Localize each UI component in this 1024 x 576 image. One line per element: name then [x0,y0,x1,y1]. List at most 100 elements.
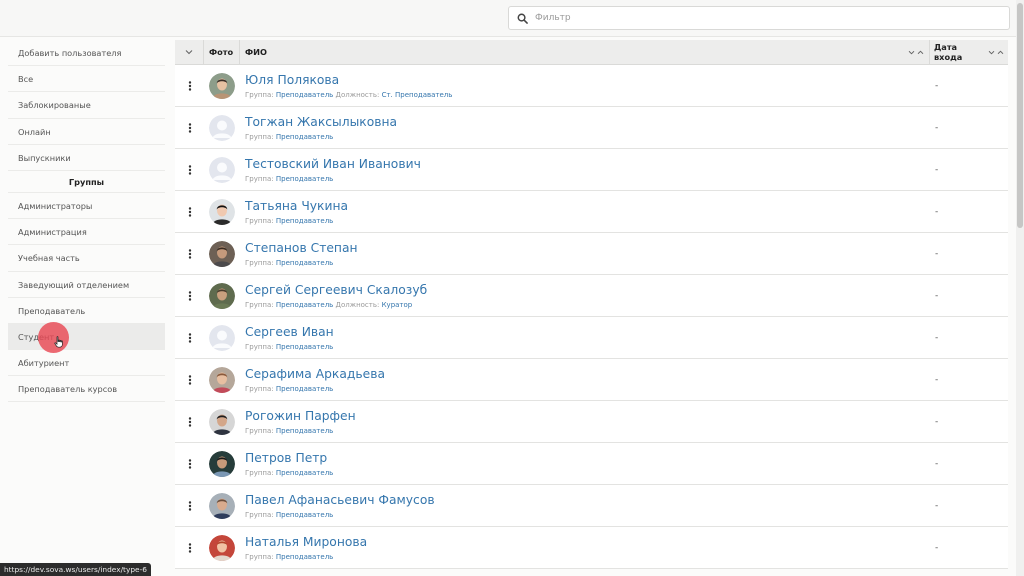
group-link[interactable]: Преподаватель [276,427,333,435]
sidebar-item-all[interactable]: Все [8,66,165,93]
row-menu-button[interactable] [175,500,204,511]
select-all-toggle[interactable] [175,39,204,65]
user-name-link[interactable]: Павел Афанасьевич Фамусов [245,493,930,508]
row-menu-button[interactable] [175,374,204,385]
row-menu-button[interactable] [175,122,204,133]
more-vertical-icon [188,332,191,343]
more-vertical-icon [188,248,191,259]
table-row[interactable]: Павел Афанасьевич Фамусов Группа: Препода… [175,485,1008,527]
info-cell: Сергей Сергеевич Скалозуб Группа: Препода… [240,283,930,309]
group-link[interactable]: Преподаватель [276,469,333,477]
user-name-link[interactable]: Сергеев Иван [245,325,930,340]
group-link[interactable]: Преподаватель [276,175,333,183]
sort-asc-icon[interactable] [917,47,924,57]
group-link[interactable]: Преподаватель [276,133,333,141]
group-link[interactable]: Преподаватель [276,511,333,519]
row-menu-button[interactable] [175,416,204,427]
group-link[interactable]: Преподаватель [276,385,333,393]
table-row[interactable]: Степанов Степан Группа: Преподаватель - [175,233,1008,275]
sidebar-item-course-teacher[interactable]: Преподаватель курсов [8,376,165,403]
sort-controls[interactable] [988,47,1004,57]
sidebar-item-teacher[interactable]: Преподаватель [8,298,165,324]
user-name-link[interactable]: Петров Петр [245,451,930,466]
user-meta: Группа: Преподаватель [245,133,930,141]
more-vertical-icon [188,374,191,385]
login-date: - [935,374,939,385]
table-row[interactable]: Сергей Сергеевич Скалозуб Группа: Препода… [175,275,1008,317]
user-meta: Группа: Преподаватель [245,553,930,561]
sidebar-item-department-head[interactable]: Заведующий отделением [8,272,165,298]
row-menu-button[interactable] [175,80,204,91]
group-link[interactable]: Преподаватель [276,217,333,225]
more-vertical-icon [188,80,191,91]
table-row[interactable]: Наталья Миронова Группа: Преподаватель - [175,527,1008,569]
row-menu-button[interactable] [175,290,204,301]
header-login-date[interactable]: Дата входа [930,40,1008,65]
sidebar: Добавить пользователя Все Заблокированые… [8,40,165,403]
table-header: Фото ФИО Дата входа [175,39,1008,65]
avatar [209,366,235,393]
scrollbar[interactable] [1016,0,1024,576]
login-date: - [935,458,939,469]
user-name-link[interactable]: Тогжан Жаксылыковна [245,115,930,130]
row-menu-button[interactable] [175,542,204,553]
sidebar-item-applicant[interactable]: Абитуриент [8,350,165,377]
header-fio[interactable]: ФИО [240,39,930,65]
avatar [209,492,235,519]
table-row[interactable]: Рогожин Парфен Группа: Преподаватель - [175,401,1008,443]
more-vertical-icon [188,500,191,511]
user-name-link[interactable]: Наталья Миронова [245,535,930,550]
user-name-link[interactable]: Сергей Сергеевич Скалозуб [245,283,930,298]
position-link[interactable]: Куратор [382,301,413,309]
user-name-link[interactable]: Юля Полякова [245,73,930,88]
sort-controls[interactable] [908,47,924,57]
sidebar-item-graduates[interactable]: Выпускники [8,145,165,171]
row-menu-button[interactable] [175,332,204,343]
info-cell: Павел Афанасьевич Фамусов Группа: Препода… [240,493,930,519]
table-row[interactable]: Татьяна Чукина Группа: Преподаватель - [175,191,1008,233]
avatar [209,408,235,435]
user-name-link[interactable]: Татьяна Чукина [245,199,930,214]
row-menu-button[interactable] [175,458,204,469]
sidebar-item-online[interactable]: Онлайн [8,119,165,145]
scrollbar-thumb[interactable] [1017,3,1023,228]
group-link[interactable]: Преподаватель [276,301,333,309]
position-link[interactable]: Ст. Преподаватель [382,91,453,99]
table-row[interactable]: Тогжан Жаксылыковна Группа: Преподаватель… [175,107,1008,149]
table-row[interactable]: Юля Полякова Группа: Преподаватель Должно… [175,65,1008,107]
table-row[interactable]: Сергеев Иван Группа: Преподаватель - [175,317,1008,359]
info-cell: Сергеев Иван Группа: Преподаватель [240,325,930,351]
sidebar-item-admins[interactable]: Администраторы [8,193,165,220]
user-name-link[interactable]: Тестовский Иван Иванович [245,157,930,172]
user-meta: Группа: Преподаватель [245,427,930,435]
row-menu-button[interactable] [175,248,204,259]
table-row[interactable]: Серафима Аркадьева Группа: Преподаватель - [175,359,1008,401]
info-cell: Петров Петр Группа: Преподаватель [240,451,930,477]
row-menu-button[interactable] [175,164,204,175]
group-link[interactable]: Преподаватель [276,553,333,561]
group-link[interactable]: Преподаватель [276,259,333,267]
sort-asc-icon[interactable] [997,47,1004,57]
group-label: Группа: [245,426,274,435]
table-row[interactable]: Петров Петр Группа: Преподаватель - [175,443,1008,485]
sort-desc-icon[interactable] [988,47,995,57]
photo-cell [204,534,240,561]
row-menu-button[interactable] [175,206,204,217]
user-name-link[interactable]: Серафима Аркадьева [245,367,930,382]
sidebar-item-student[interactable]: Студент [8,321,165,353]
sidebar-item-blocked[interactable]: Заблокированые [8,92,165,119]
avatar [209,450,235,477]
photo-cell [204,408,240,435]
user-name-link[interactable]: Степанов Степан [245,241,930,256]
filter-input[interactable] [533,13,993,23]
sort-desc-icon[interactable] [908,47,915,57]
sidebar-item-administration[interactable]: Администрация [8,219,165,246]
status-bar-url: https://dev.sova.ws/users/index/type-6 [0,563,151,576]
group-link[interactable]: Преподаватель [276,343,333,351]
sidebar-item-add-user[interactable]: Добавить пользователя [8,40,165,67]
user-name-link[interactable]: Рогожин Парфен [245,409,930,424]
table-row[interactable]: Тестовский Иван Иванович Группа: Преподав… [175,149,1008,191]
group-link[interactable]: Преподаватель [276,91,333,99]
filter-box[interactable] [508,6,1010,30]
sidebar-item-academic-office[interactable]: Учебная часть [8,245,165,272]
